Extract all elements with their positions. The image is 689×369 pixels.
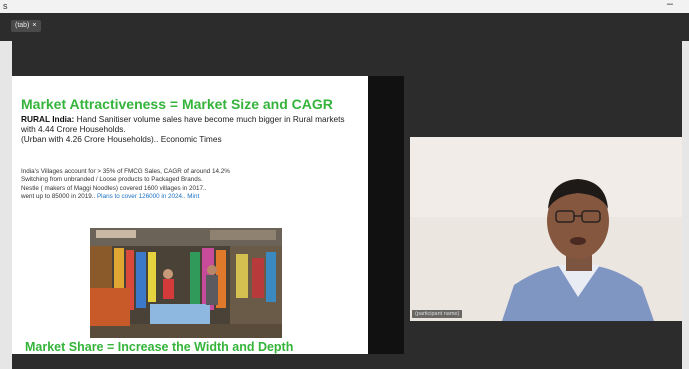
participant-name-label: (participant name) (412, 310, 463, 318)
minimize-button[interactable]: – (667, 0, 673, 10)
villages-line-3: Nestle ( makers of Maggi Noodles) covere… (21, 184, 207, 192)
villages-line-4: went up to 85000 in 2019.. (21, 193, 96, 201)
urban-text: (Urban with 4.26 Crore Households).. Eco… (21, 134, 222, 144)
close-icon[interactable]: × (32, 20, 36, 32)
villages-line-1: India's Villages account for > 35% of FM… (21, 168, 230, 175)
window-titlebar: s – (0, 0, 689, 14)
shared-window-tab[interactable]: (tab) × (11, 20, 41, 32)
slide-title: Market Attractiveness = Market Size and … (21, 96, 333, 112)
slide-bottom-title: Market Share = Increase the Width and De… (25, 340, 294, 354)
app-title: s (3, 1, 8, 11)
villages-link[interactable]: Plans to cover 126000 in 2024.. Mint (97, 193, 199, 200)
rural-paragraph: RURAL India: Hand Sanitiser volume sales… (21, 114, 361, 144)
meeting-stage: (tab) × Market Attractiveness = Market S… (0, 13, 689, 369)
shop-photo (90, 228, 282, 338)
participant-video-tile[interactable]: (participant name) (410, 137, 682, 321)
right-border (682, 41, 689, 369)
presentation-slide: Market Attractiveness = Market Size and … (12, 76, 368, 354)
shared-window-tab-label: (tab) (15, 22, 30, 29)
participant-video-feed (410, 137, 682, 321)
shop-photo-illustration (90, 228, 282, 338)
villages-line-2: Switching from unbranded / Loose product… (21, 176, 203, 184)
rural-heading: RURAL India: (21, 114, 75, 124)
left-border (0, 41, 12, 369)
villages-paragraph: India's Villages account for > 35% of FM… (21, 168, 361, 202)
